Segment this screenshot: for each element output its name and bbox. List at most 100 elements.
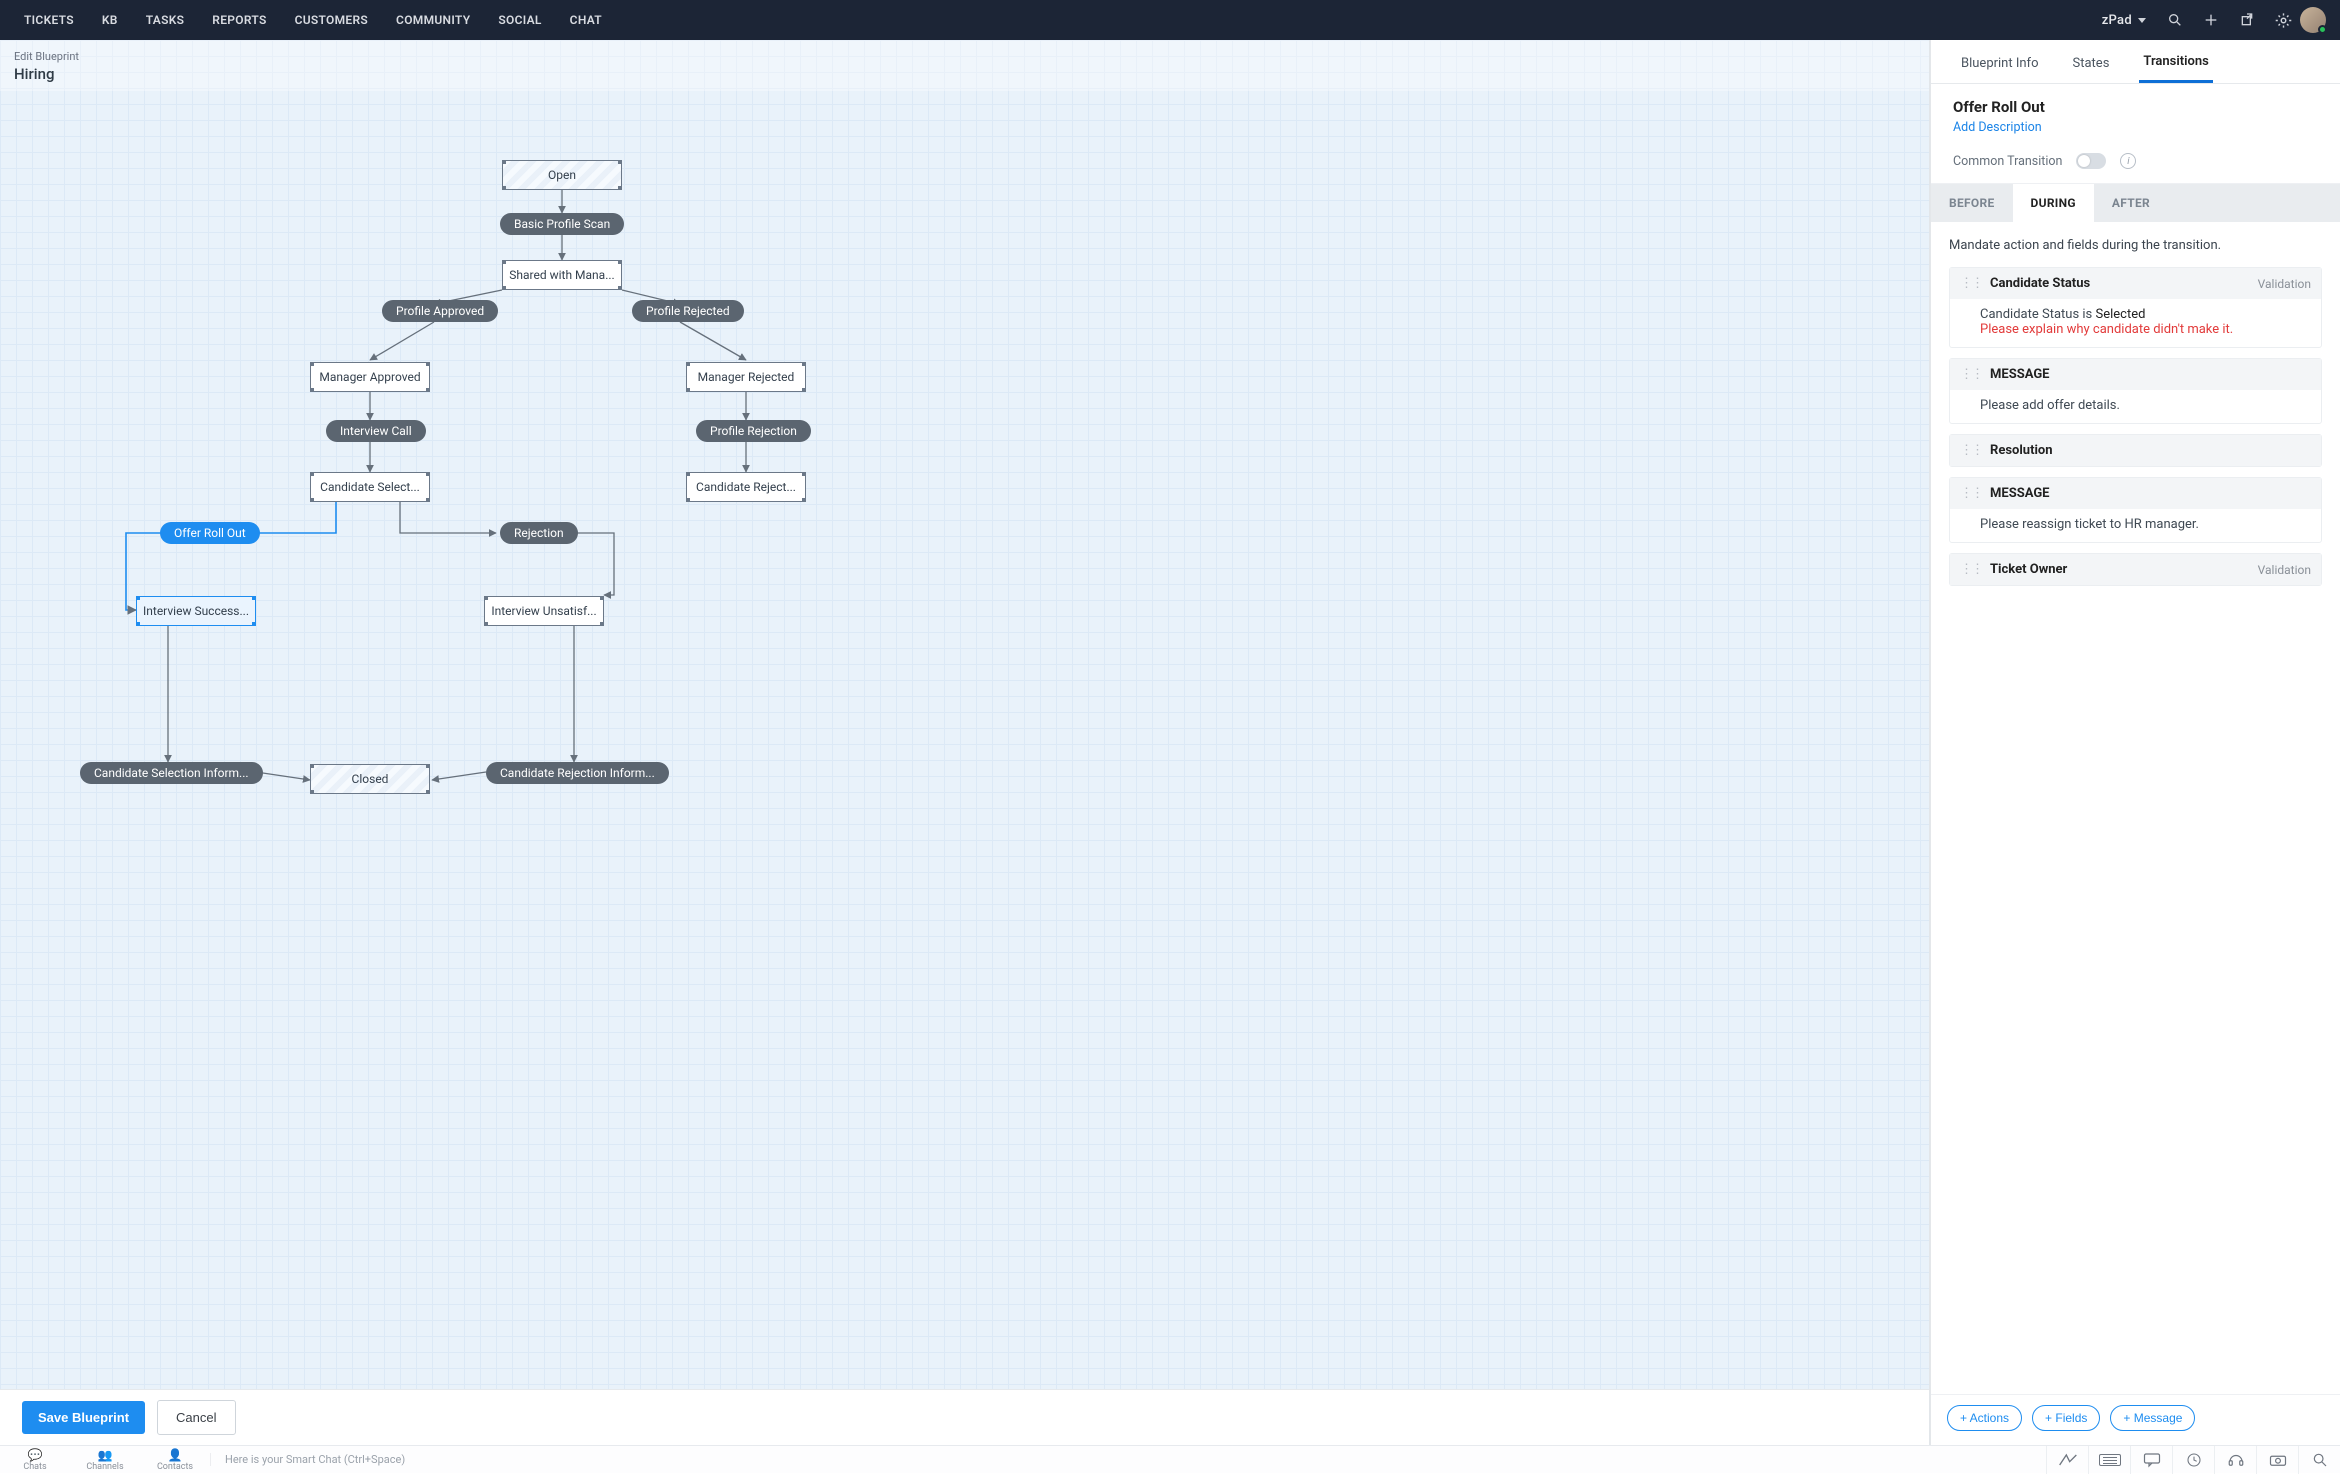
add-fields-button[interactable]: + Fields — [2032, 1405, 2100, 1431]
search-icon-bottom[interactable] — [2298, 1446, 2340, 1474]
validation-error: Please explain why candidate didn't make… — [1980, 322, 2307, 337]
transition-profile-rejection[interactable]: Profile Rejection — [696, 420, 811, 442]
contacts-icon: 👤 — [168, 1449, 183, 1461]
cancel-button[interactable]: Cancel — [157, 1400, 235, 1435]
camera-icon[interactable] — [2256, 1446, 2298, 1474]
smart-chat-input[interactable]: Here is your Smart Chat (Ctrl+Space) — [210, 1453, 2046, 1466]
transition-basic-profile-scan[interactable]: Basic Profile Scan — [500, 213, 624, 235]
transition-profile-approved[interactable]: Profile Approved — [382, 300, 498, 322]
transition-interview-call[interactable]: Interview Call — [326, 420, 426, 442]
transition-candidate-selection-inform[interactable]: Candidate Selection Inform... — [80, 762, 263, 784]
channels-icon: 👥 — [98, 1449, 113, 1461]
transition-header: Offer Roll Out Add Description Common Tr… — [1931, 84, 2340, 184]
props-tabs: Blueprint Info States Transitions — [1931, 40, 2340, 84]
save-blueprint-button[interactable]: Save Blueprint — [22, 1401, 145, 1434]
phase-tab-before[interactable]: BEFORE — [1931, 184, 2013, 222]
phase-tab-after[interactable]: AFTER — [2094, 184, 2168, 222]
add-message-button[interactable]: + Message — [2110, 1405, 2195, 1431]
state-manager-approved[interactable]: Manager Approved — [310, 362, 430, 392]
mandate-name: Resolution — [1990, 443, 2311, 458]
validation-badge: Validation — [2258, 277, 2311, 291]
transition-candidate-rejection-inform[interactable]: Candidate Rejection Inform... — [486, 762, 669, 784]
tab-blueprint-info[interactable]: Blueprint Info — [1957, 56, 2043, 83]
workspace-name: zPad — [2102, 13, 2132, 28]
common-transition-row: Common Transition i — [1953, 153, 2318, 169]
headset-icon[interactable] — [2214, 1446, 2256, 1474]
flow-nodes: Open Shared with Mana... Manager Approve… — [0, 40, 1929, 1445]
state-candidate-rejected[interactable]: Candidate Reject... — [686, 472, 806, 502]
chat-icon: 💬 — [28, 1449, 43, 1461]
tab-states[interactable]: States — [2069, 56, 2114, 83]
mandate-candidate-status[interactable]: ⋮⋮ Candidate Status Validation Candidate… — [1949, 267, 2322, 348]
workspace-switcher[interactable]: zPad — [2090, 13, 2158, 28]
transition-profile-rejected[interactable]: Profile Rejected — [632, 300, 744, 322]
nav-social[interactable]: SOCIAL — [484, 0, 555, 40]
mandate-message-2[interactable]: ⋮⋮ MESSAGE Please reassign ticket to HR … — [1949, 477, 2322, 543]
state-open[interactable]: Open — [502, 160, 622, 190]
nav-tickets[interactable]: TICKETS — [10, 0, 88, 40]
state-candidate-selected[interactable]: Candidate Select... — [310, 472, 430, 502]
tab-transitions[interactable]: Transitions — [2139, 54, 2212, 83]
nav-kb[interactable]: KB — [88, 0, 132, 40]
info-icon[interactable]: i — [2120, 153, 2136, 169]
mandate-name: Candidate Status — [1990, 276, 2250, 291]
topnav-actions — [2166, 11, 2292, 29]
drag-handle-icon[interactable]: ⋮⋮ — [1960, 443, 1982, 458]
chevron-down-icon — [2138, 18, 2146, 23]
mandate-resolution[interactable]: ⋮⋮ Resolution — [1949, 434, 2322, 467]
mandate-ticket-owner[interactable]: ⋮⋮ Ticket Owner Validation — [1949, 553, 2322, 586]
nav-reports[interactable]: REPORTS — [198, 0, 280, 40]
drag-handle-icon[interactable]: ⋮⋮ — [1960, 367, 1982, 382]
drag-handle-icon[interactable]: ⋮⋮ — [1960, 276, 1982, 291]
nav-community[interactable]: COMMUNITY — [382, 0, 484, 40]
nav-customers[interactable]: CUSTOMERS — [281, 0, 382, 40]
add-description-link[interactable]: Add Description — [1953, 120, 2318, 135]
blueprint-canvas[interactable]: Edit Blueprint Hiring — [0, 40, 1930, 1445]
keyboard-icon[interactable] — [2088, 1446, 2130, 1474]
state-manager-rejected[interactable]: Manager Rejected — [686, 362, 806, 392]
bottom-bar: 💬 Chats 👥 Channels 👤 Contacts Here is yo… — [0, 1445, 2340, 1473]
mandate-hint: Mandate action and fields during the tra… — [1949, 238, 2322, 253]
clock-icon[interactable] — [2172, 1446, 2214, 1474]
mandate-list: Mandate action and fields during the tra… — [1931, 222, 2340, 1394]
zia-icon[interactable] — [2046, 1446, 2088, 1474]
chat-panel-icon[interactable] — [2130, 1446, 2172, 1474]
nav-tasks[interactable]: TASKS — [132, 0, 199, 40]
bottom-chats[interactable]: 💬 Chats — [0, 1447, 70, 1472]
message-text: Please add offer details. — [1980, 398, 2120, 413]
bottom-bar-left: 💬 Chats 👥 Channels 👤 Contacts — [0, 1447, 210, 1472]
state-interview-success[interactable]: Interview Success... — [136, 596, 256, 626]
transition-rejection[interactable]: Rejection — [500, 522, 578, 544]
mandate-message-1[interactable]: ⋮⋮ MESSAGE Please add offer details. — [1949, 358, 2322, 424]
top-nav-items: TICKETS KB TASKS REPORTS CUSTOMERS COMMU… — [10, 0, 616, 40]
mandate-name: Ticket Owner — [1990, 562, 2250, 577]
transition-offer-roll-out[interactable]: Offer Roll Out — [160, 522, 260, 544]
state-interview-unsatisfactory[interactable]: Interview Unsatisf... — [484, 596, 604, 626]
plus-icon[interactable] — [2202, 11, 2220, 29]
add-actions-button[interactable]: + Actions — [1947, 1405, 2022, 1431]
field-label: Candidate Status is — [1980, 307, 2092, 322]
bottom-contacts[interactable]: 👤 Contacts — [140, 1447, 210, 1472]
mandate-name: MESSAGE — [1990, 486, 2311, 501]
state-closed[interactable]: Closed — [310, 764, 430, 794]
common-transition-toggle[interactable] — [2076, 153, 2106, 169]
main-area: Edit Blueprint Hiring — [0, 40, 2340, 1445]
field-value: Selected — [2095, 307, 2145, 322]
state-shared-with-manager[interactable]: Shared with Mana... — [502, 260, 622, 290]
nav-chat[interactable]: CHAT — [556, 0, 616, 40]
properties-panel: Blueprint Info States Transitions Offer … — [1930, 40, 2340, 1445]
phase-tab-during[interactable]: DURING — [2013, 184, 2094, 222]
canvas-footer: Save Blueprint Cancel — [0, 1389, 1929, 1445]
gear-icon[interactable] — [2274, 11, 2292, 29]
transition-name: Offer Roll Out — [1953, 98, 2318, 116]
drag-handle-icon[interactable]: ⋮⋮ — [1960, 486, 1982, 501]
pop-out-icon[interactable] — [2238, 11, 2256, 29]
phase-tabs: BEFORE DURING AFTER — [1931, 184, 2340, 222]
props-footer: + Actions + Fields + Message — [1931, 1394, 2340, 1445]
search-icon[interactable] — [2166, 11, 2184, 29]
drag-handle-icon[interactable]: ⋮⋮ — [1960, 562, 1982, 577]
presence-indicator — [2318, 25, 2327, 34]
bottom-channels[interactable]: 👥 Channels — [70, 1447, 140, 1472]
user-avatar[interactable] — [2300, 7, 2326, 33]
message-text: Please reassign ticket to HR manager. — [1980, 517, 2199, 532]
